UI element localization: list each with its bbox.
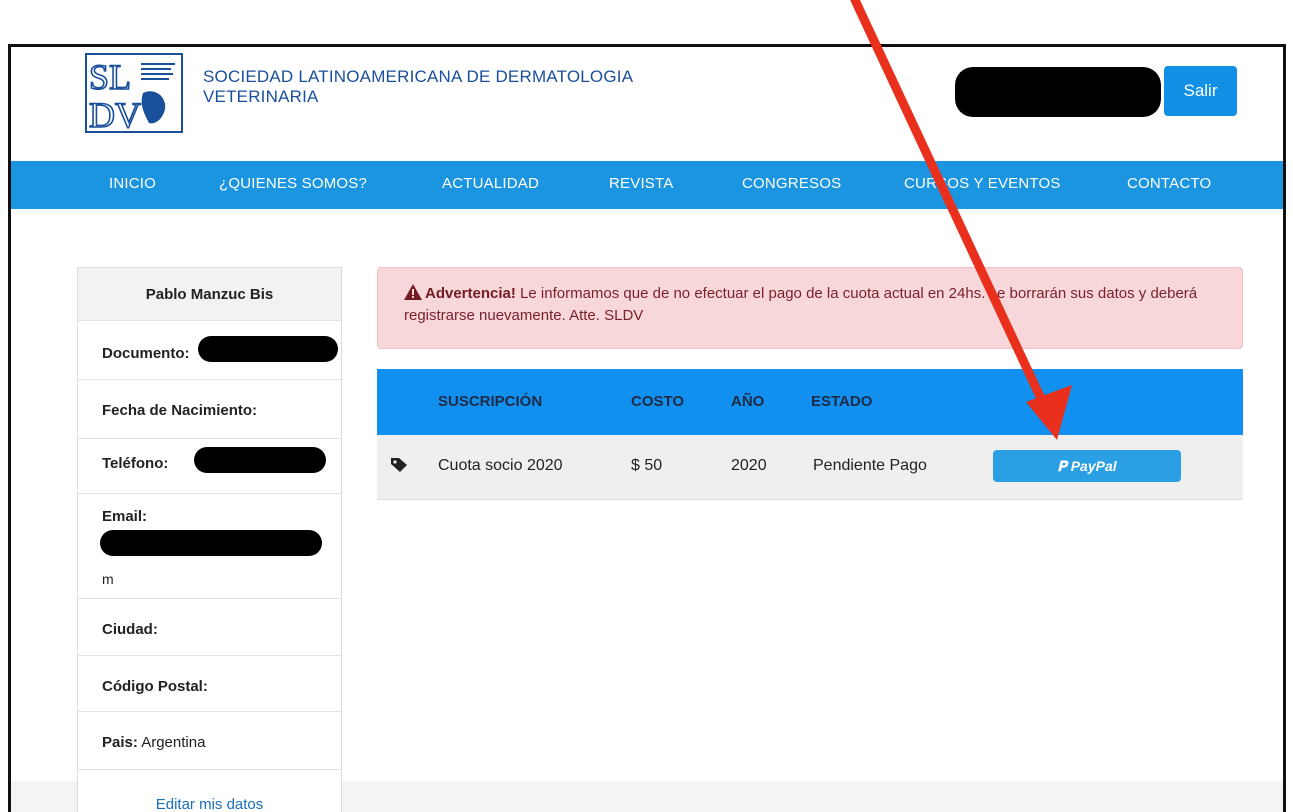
- subscription-table-header: SUSCRIPCIÓN COSTO AÑO ESTADO: [377, 369, 1243, 435]
- logout-button[interactable]: Salir: [1164, 66, 1237, 116]
- nav-item-revista[interactable]: REVISTA: [609, 175, 673, 192]
- main-navigation: INICIO ¿QUIENES SOMOS? ACTUALIDAD REVIST…: [11, 161, 1283, 209]
- browser-page: SL DV SOCIEDAD LATINOAMERICANA DE DERMAT…: [8, 44, 1286, 812]
- warning-icon: [404, 284, 422, 300]
- email-label: Email:: [102, 508, 148, 525]
- header-costo: COSTO: [631, 393, 685, 410]
- nav-item-inicio[interactable]: INICIO: [109, 175, 156, 192]
- header-anio: AÑO: [731, 393, 765, 410]
- profile-name: Pablo Manzuc Bis: [78, 268, 341, 321]
- documento-label: Documento:: [102, 345, 190, 362]
- nav-item-contacto[interactable]: CONTACTO: [1127, 175, 1211, 192]
- redacted-telefono: [194, 447, 326, 473]
- nav-item-cursos-y-eventos[interactable]: CURSOS Y EVENTOS: [904, 175, 1061, 192]
- paypal-label: PayPal: [1070, 457, 1117, 474]
- warning-alert: Advertencia! Le informamos que de no efe…: [377, 267, 1243, 349]
- profile-card: Pablo Manzuc Bis Documento: Fecha de Nac…: [77, 267, 342, 812]
- nav-item-quienes-somos[interactable]: ¿QUIENES SOMOS?: [219, 175, 367, 192]
- nav-item-actualidad[interactable]: ACTUALIDAD: [442, 175, 539, 192]
- cell-anio: 2020: [731, 457, 767, 474]
- edit-profile-link[interactable]: Editar mis datos: [78, 796, 341, 812]
- profile-pais: Pais: Argentina: [78, 712, 341, 770]
- organization-name[interactable]: SOCIEDAD LATINOAMERICANA DE DERMATOLOGIA…: [203, 67, 633, 107]
- redacted-documento: [198, 336, 338, 362]
- sldv-logo: SL DV: [85, 53, 183, 133]
- pais-label: Pais:: [102, 734, 138, 751]
- redacted-email: [100, 530, 322, 556]
- fecha-nacimiento-label: Fecha de Nacimiento:: [102, 402, 258, 419]
- redacted-username: [955, 67, 1161, 117]
- table-row: Cuota socio 2020 $ 50 2020 Pendiente Pag…: [377, 435, 1243, 500]
- profile-fecha-nacimiento: Fecha de Nacimiento:: [78, 380, 341, 439]
- svg-text:DV: DV: [89, 95, 141, 133]
- ciudad-label: Ciudad:: [102, 621, 158, 638]
- alert-message: Le informamos que de no efectuar el pago…: [404, 285, 1198, 324]
- cell-costo: $ 50: [631, 457, 663, 474]
- svg-text:SL: SL: [89, 57, 131, 97]
- nav-item-congresos[interactable]: CONGRESOS: [742, 175, 841, 192]
- alert-title: Advertencia!: [425, 285, 516, 302]
- cell-estado: Pendiente Pago: [813, 457, 927, 474]
- tag-icon: [391, 458, 407, 472]
- email-tail: m: [102, 571, 114, 587]
- organization-name-line2: VETERINARIA: [203, 87, 319, 106]
- header-estado: ESTADO: [811, 393, 873, 410]
- telefono-label: Teléfono:: [102, 455, 169, 472]
- organization-name-line1: SOCIEDAD LATINOAMERICANA DE DERMATOLOGIA: [203, 67, 634, 86]
- profile-codigo-postal: Código Postal:: [78, 656, 341, 712]
- header-suscripcion: SUSCRIPCIÓN: [438, 393, 543, 410]
- profile-ciudad: Ciudad:: [78, 599, 341, 656]
- paypal-icon: 𝐏: [1057, 457, 1067, 474]
- cell-suscripcion: Cuota socio 2020: [438, 457, 563, 474]
- codigo-postal-label: Código Postal:: [102, 678, 208, 695]
- pais-value: Argentina: [141, 734, 206, 751]
- paypal-button[interactable]: 𝐏 PayPal: [993, 450, 1181, 482]
